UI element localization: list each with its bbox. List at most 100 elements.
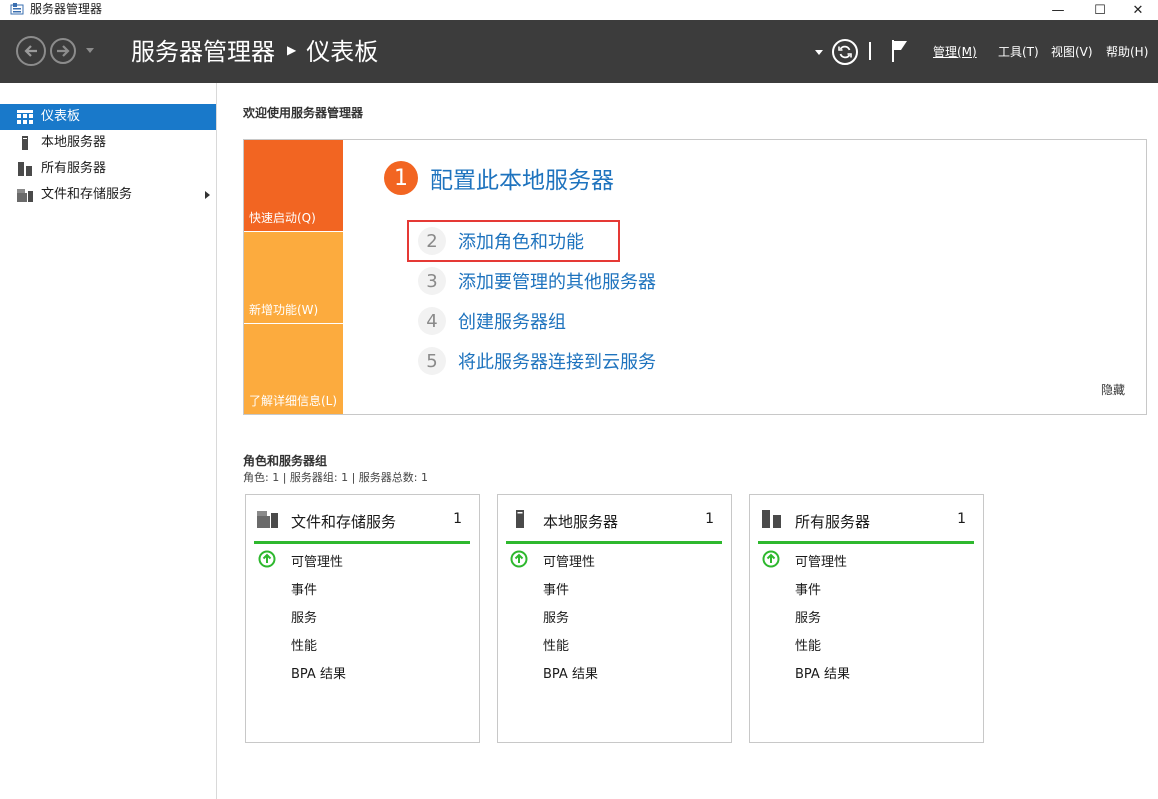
server-manager-app-icon [10, 3, 24, 15]
header-dropdown-icon[interactable] [815, 50, 823, 55]
welcome-title: 欢迎使用服务器管理器 [243, 106, 364, 120]
sidebar-item-local-server[interactable]: 本地服务器 [0, 130, 216, 156]
card-row-events[interactable]: 事件 [291, 579, 317, 598]
status-ok-icon [258, 550, 276, 568]
tile-whats-new[interactable]: 新增功能(W) [244, 232, 343, 323]
hide-link[interactable]: 隐藏 [1101, 381, 1125, 398]
sidebar-item-label: 所有服务器 [41, 161, 107, 176]
sidebar-item-label: 本地服务器 [41, 135, 107, 150]
servers-icon [18, 162, 32, 176]
maximize-button[interactable]: ☐ [1077, 0, 1123, 20]
card-title[interactable]: 所有服务器 [795, 511, 870, 532]
step-number: 5 [418, 347, 446, 375]
card-row-services[interactable]: 服务 [543, 607, 569, 626]
card-row-manageability[interactable]: 可管理性 [543, 551, 595, 570]
window-title: 服务器管理器 [30, 2, 103, 16]
servers-icon [762, 510, 781, 528]
card-row-manageability[interactable]: 可管理性 [795, 551, 847, 570]
step-add-servers[interactable]: 3 添加要管理的其他服务器 [418, 267, 656, 295]
step-connect-cloud[interactable]: 5 将此服务器连接到云服务 [418, 347, 656, 375]
card-row-bpa[interactable]: BPA 结果 [795, 663, 850, 682]
card-row-services[interactable]: 服务 [795, 607, 821, 626]
main-content: 欢迎使用服务器管理器 快速启动(Q) 新增功能(W) 了解详细信息(L) 1 配… [218, 83, 1158, 799]
tile-label: 了解详细信息(L) [249, 394, 338, 408]
header-bar: 服务器管理器 ▶ 仪表板 管理(M) 工具(T) 视图(V) 帮助(H) [0, 20, 1158, 83]
window-titlebar: 服务器管理器 — ☐ ✕ [0, 0, 1158, 20]
forward-arrow-icon [57, 45, 70, 57]
minimize-button[interactable]: — [1035, 0, 1081, 20]
breadcrumb-separator-icon: ▶ [287, 43, 297, 57]
highlight-box [407, 220, 620, 262]
status-bar [254, 541, 470, 544]
tile-label: 新增功能(W) [249, 303, 319, 317]
role-card-all-servers[interactable]: 所有服务器 1 可管理性 事件 服务 性能 BPA 结果 [749, 494, 984, 743]
step-number: 1 [384, 161, 418, 195]
sidebar-item-dashboard[interactable]: 仪表板 [0, 104, 216, 130]
status-bar [506, 541, 722, 544]
sidebar: 仪表板 本地服务器 所有服务器 文件和存储服务 [0, 83, 217, 799]
step-link[interactable]: 将此服务器连接到云服务 [458, 348, 656, 374]
menu-tools[interactable]: 工具(T) [998, 45, 1039, 59]
step-link[interactable]: 创建服务器组 [458, 308, 566, 334]
menu-manage[interactable]: 管理(M) [933, 45, 977, 59]
card-row-manageability[interactable]: 可管理性 [291, 551, 343, 570]
breadcrumb: 服务器管理器 ▶ 仪表板 [131, 37, 378, 67]
role-card-local-server[interactable]: 本地服务器 1 可管理性 事件 服务 性能 BPA 结果 [497, 494, 732, 743]
breadcrumb-root[interactable]: 服务器管理器 [131, 37, 275, 67]
server-icon [22, 136, 28, 150]
card-count: 1 [453, 511, 462, 527]
tile-quick-start[interactable]: 快速启动(Q) [244, 140, 343, 231]
card-row-bpa[interactable]: BPA 结果 [543, 663, 598, 682]
card-row-performance[interactable]: 性能 [543, 635, 569, 654]
card-row-performance[interactable]: 性能 [795, 635, 821, 654]
history-dropdown-icon[interactable] [86, 48, 94, 53]
card-row-events[interactable]: 事件 [543, 579, 569, 598]
expand-arrow-icon[interactable] [205, 191, 210, 199]
card-title[interactable]: 本地服务器 [543, 511, 618, 532]
tile-label: 快速启动(Q) [249, 211, 316, 225]
refresh-button[interactable] [832, 39, 858, 65]
sidebar-item-file-storage[interactable]: 文件和存储服务 [0, 182, 216, 208]
card-row-bpa[interactable]: BPA 结果 [291, 663, 346, 682]
dashboard-icon [17, 110, 33, 124]
back-arrow-icon [24, 45, 37, 57]
sidebar-item-all-servers[interactable]: 所有服务器 [0, 156, 216, 182]
close-icon: ✕ [1132, 2, 1144, 18]
quick-start-panel: 快速启动(Q) 新增功能(W) 了解详细信息(L) 1 配置此本地服务器 2 添… [243, 139, 1147, 415]
sidebar-item-label: 文件和存储服务 [41, 187, 133, 202]
menu-help[interactable]: 帮助(H) [1106, 45, 1148, 59]
refresh-icon [838, 45, 852, 59]
minimize-icon: — [1051, 2, 1065, 18]
maximize-icon: ☐ [1094, 2, 1106, 18]
step-configure-local-server[interactable]: 1 配置此本地服务器 [384, 161, 614, 195]
step-number: 4 [418, 307, 446, 335]
server-icon [516, 510, 524, 528]
card-count: 1 [957, 511, 966, 527]
breadcrumb-current: 仪表板 [306, 38, 379, 66]
step-create-server-group[interactable]: 4 创建服务器组 [418, 307, 566, 335]
step-number: 3 [418, 267, 446, 295]
sidebar-item-label: 仪表板 [41, 109, 81, 124]
status-ok-icon [762, 550, 780, 568]
header-separator [869, 42, 871, 60]
forward-button[interactable] [50, 38, 76, 64]
file-storage-icon [17, 189, 33, 202]
close-button[interactable]: ✕ [1118, 0, 1158, 20]
role-card-file-storage[interactable]: 文件和存储服务 1 可管理性 事件 服务 性能 BPA 结果 [245, 494, 480, 743]
card-row-events[interactable]: 事件 [795, 579, 821, 598]
roles-section-title: 角色和服务器组 [243, 454, 328, 468]
step-link[interactable]: 添加要管理的其他服务器 [458, 268, 656, 294]
tile-learn-more[interactable]: 了解详细信息(L) [244, 324, 343, 414]
card-title[interactable]: 文件和存储服务 [291, 511, 396, 532]
roles-summary: 角色: 1 | 服务器组: 1 | 服务器总数: 1 [243, 471, 429, 484]
card-row-performance[interactable]: 性能 [291, 635, 317, 654]
menu-view[interactable]: 视图(V) [1051, 45, 1093, 59]
card-count: 1 [705, 511, 714, 527]
notifications-flag-icon[interactable] [890, 38, 910, 64]
back-button[interactable] [16, 36, 46, 66]
step-link[interactable]: 配置此本地服务器 [430, 161, 614, 195]
status-bar [758, 541, 974, 544]
status-ok-icon [510, 550, 528, 568]
card-row-services[interactable]: 服务 [291, 607, 317, 626]
file-storage-icon [257, 511, 278, 528]
